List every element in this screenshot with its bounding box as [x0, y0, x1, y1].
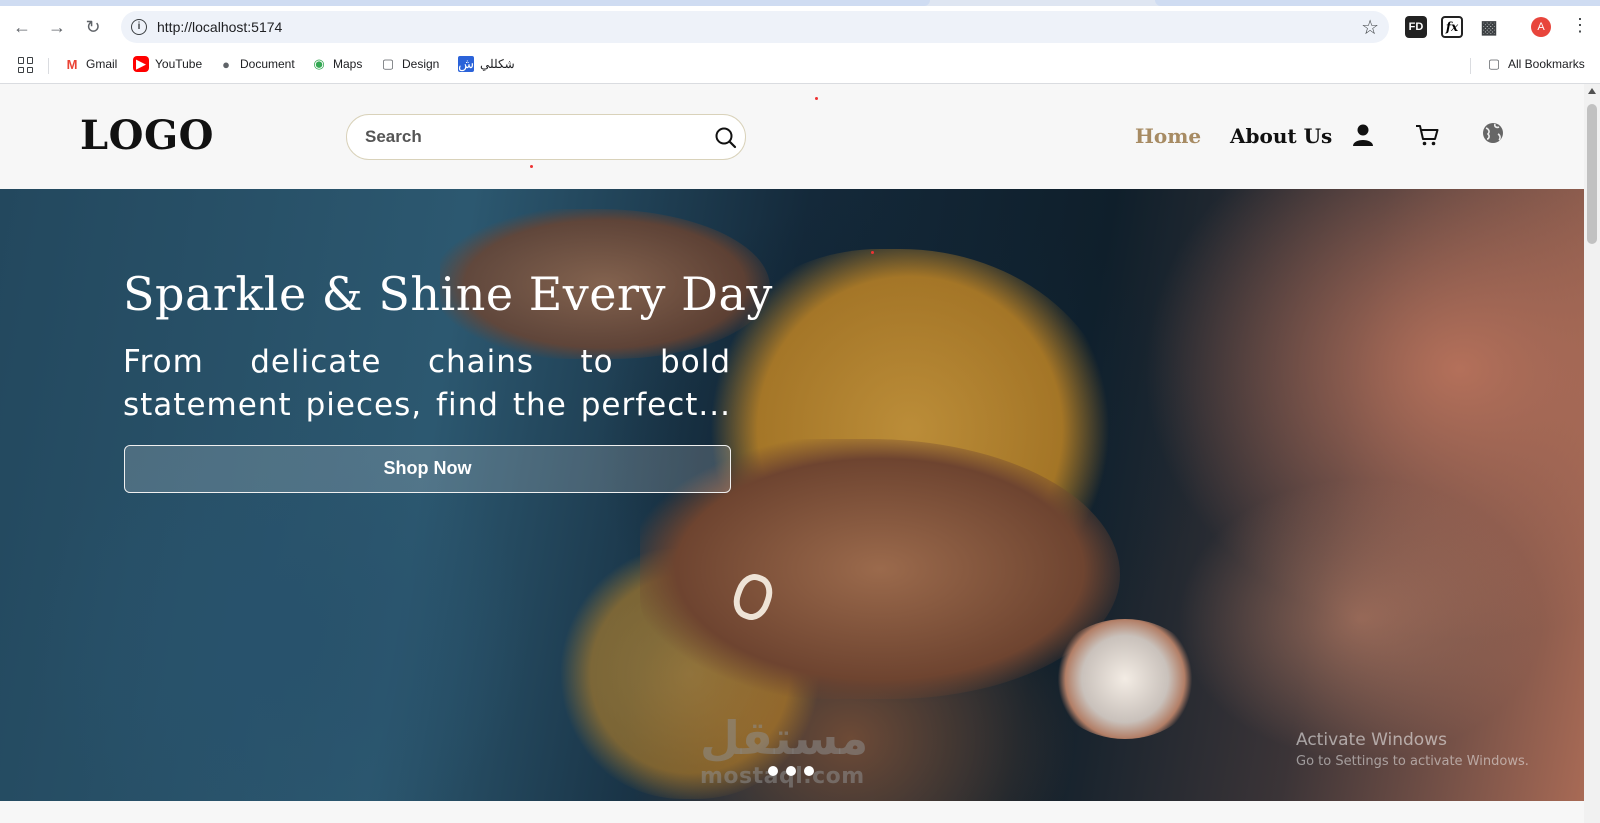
globe-icon: ● [222, 56, 230, 72]
page-viewport: LOGO Home About Us [0, 84, 1584, 823]
carousel-dot[interactable] [768, 766, 778, 776]
bookmark-maps[interactable]: ◉ Maps [311, 56, 362, 72]
hero-banner: Sparkle & Shine Every Day From delicate … [0, 189, 1584, 801]
bookmark-label: شكللي [480, 57, 515, 71]
watermark-arabic: مستقل [700, 711, 869, 765]
search-bar [346, 114, 746, 160]
forward-icon[interactable]: → [45, 15, 69, 39]
bookmark-document[interactable]: ● Document [218, 56, 295, 72]
carousel-dots [768, 766, 814, 776]
bookmark-label: Design [402, 57, 440, 71]
user-icon[interactable] [1350, 122, 1376, 148]
stray-dot [530, 165, 533, 168]
bookmark-star-icon[interactable]: ☆ [1361, 15, 1379, 40]
bookmark-label: Maps [333, 57, 363, 71]
hero-title: Sparkle & Shine Every Day [123, 267, 773, 321]
apps-grid-icon[interactable] [18, 57, 34, 73]
site-logo[interactable]: LOGO [80, 112, 214, 159]
bookmarks-bar: M Gmail ▶ YouTube ● Document ◉ Maps ▢ De… [0, 47, 1600, 84]
site-header: LOGO Home About Us [0, 84, 1584, 189]
bookmarks-divider [48, 58, 49, 74]
site-info-icon[interactable]: i [131, 19, 147, 35]
shop-now-button[interactable]: Shop Now [124, 445, 731, 493]
search-icon[interactable] [713, 125, 739, 151]
back-icon[interactable]: ← [10, 15, 34, 39]
bookmark-shakkelli[interactable]: ش شكللي [458, 56, 515, 72]
profile-avatar[interactable]: A [1531, 17, 1551, 37]
carousel-dot[interactable] [804, 766, 814, 776]
stray-dot [871, 251, 874, 254]
nav-home[interactable]: Home [1135, 124, 1201, 148]
activate-windows-hint: Go to Settings to activate Windows. [1296, 754, 1529, 769]
bookmarks-divider [1470, 58, 1471, 74]
nav-about-us[interactable]: About Us [1230, 124, 1332, 148]
hero-watch [1050, 619, 1200, 739]
bookmark-gmail[interactable]: M Gmail [64, 56, 118, 72]
youtube-icon: ▶ [133, 56, 149, 72]
gmail-icon: M [66, 56, 78, 72]
carousel-dot[interactable] [786, 766, 796, 776]
language-globe-icon[interactable] [1480, 120, 1506, 146]
bookmark-design[interactable]: ▢ Design [380, 56, 440, 72]
stray-dot [815, 97, 818, 100]
reload-icon[interactable]: ↻ [81, 15, 105, 39]
hero-subtitle: From delicate chains to bold statement p… [123, 344, 731, 423]
extensions-puzzle-icon[interactable]: ▩ [1478, 16, 1500, 38]
folder-icon: ▢ [1487, 56, 1501, 71]
address-bar[interactable]: i http://localhost:5174 ☆ [121, 11, 1389, 43]
maps-pin-icon: ◉ [313, 56, 325, 71]
cart-icon[interactable] [1414, 122, 1440, 148]
all-bookmarks-label: All Bookmarks [1508, 57, 1585, 71]
fx-extension-icon[interactable]: fx [1441, 16, 1463, 38]
page-scrollbar[interactable] [1584, 84, 1600, 823]
bookmark-youtube[interactable]: ▶ YouTube [133, 56, 202, 72]
search-input[interactable] [365, 127, 695, 147]
shakkelli-icon: ش [458, 56, 474, 72]
bookmark-label: YouTube [155, 57, 203, 71]
chrome-menu-icon[interactable]: ⋮ [1571, 15, 1589, 36]
bookmark-label: Gmail [86, 57, 118, 71]
scroll-up-arrow-icon[interactable] [1588, 88, 1596, 94]
activate-windows-title: Activate Windows [1296, 730, 1447, 750]
browser-toolbar: ← → ↻ i http://localhost:5174 ☆ FD fx ▩ … [0, 6, 1600, 47]
bookmark-label: Document [240, 57, 295, 71]
all-bookmarks[interactable]: ▢ All Bookmarks [1486, 56, 1585, 72]
scrollbar-thumb[interactable] [1587, 104, 1597, 244]
fd-extension-icon[interactable]: FD [1405, 16, 1427, 38]
folder-icon: ▢ [381, 56, 395, 71]
address-url[interactable]: http://localhost:5174 [157, 19, 282, 35]
